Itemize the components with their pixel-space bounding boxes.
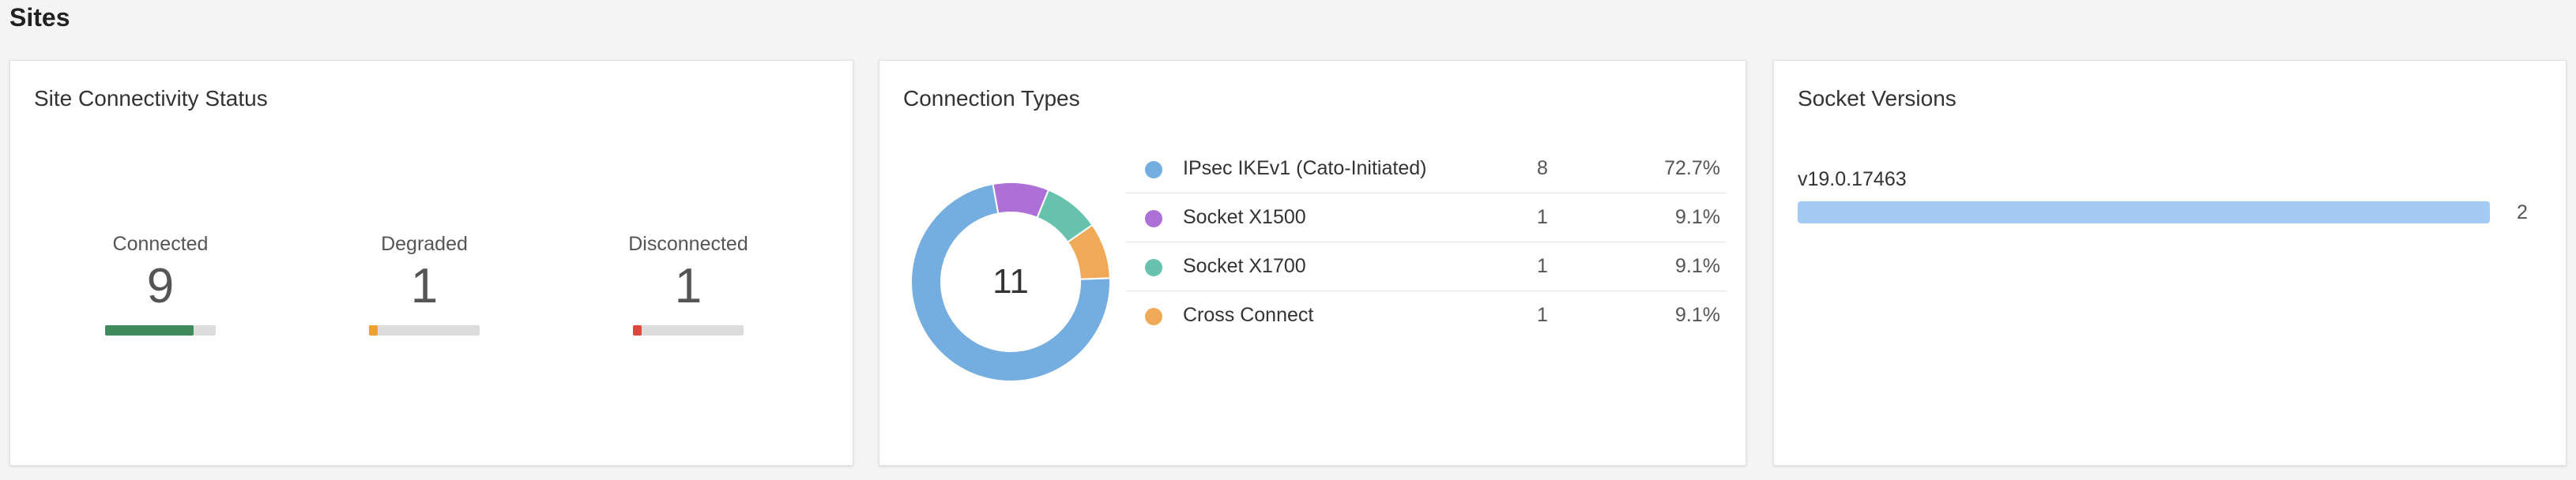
legend-row-ipsec[interactable]: IPsec IKEv1 (Cato-Initiated) 8 72.7% [1126,144,1727,193]
status-disconnected-value: 1 [674,259,702,313]
status-degraded[interactable]: Degraded 1 [345,233,503,336]
legend-pct-socket-x1500: 9.1% [1675,206,1720,228]
legend-row-socket-x1700[interactable]: Socket X1700 1 9.1% [1126,242,1727,291]
legend-count-cross-connect: 1 [1537,304,1548,326]
status-connected-bar-fill [105,325,194,336]
socket-version-bar[interactable] [1798,201,2490,223]
socket-version-count: 2 [2517,201,2528,223]
legend-dot-socket-x1700 [1145,259,1162,276]
legend-pct-cross-connect: 9.1% [1675,304,1720,326]
donut-total: 11 [992,262,1029,301]
connection-types-legend: IPsec IKEv1 (Cato-Initiated) 8 72.7% Soc… [1126,144,1727,339]
status-disconnected-label: Disconnected [628,233,748,255]
legend-dot-cross-connect [1145,308,1162,325]
status-degraded-bar [369,325,480,336]
status-disconnected-bar [633,325,744,336]
status-degraded-label: Degraded [381,233,468,255]
legend-pct-socket-x1700: 9.1% [1675,255,1720,277]
legend-pct-ipsec: 72.7% [1664,157,1720,179]
status-disconnected[interactable]: Disconnected 1 [609,233,767,336]
page-title: Sites [9,3,70,32]
site-connectivity-status-title: Site Connectivity Status [34,86,268,111]
legend-row-socket-x1500[interactable]: Socket X1500 1 9.1% [1126,193,1727,242]
status-connected-value: 9 [146,259,175,313]
legend-name-ipsec: IPsec IKEv1 (Cato-Initiated) [1183,157,1427,179]
legend-name-socket-x1700: Socket X1700 [1183,255,1306,277]
status-disconnected-bar-fill [633,325,642,336]
status-degraded-value: 1 [410,259,439,313]
status-degraded-bar-fill [369,325,378,336]
socket-version-label: v19.0.17463 [1798,168,1907,190]
site-connectivity-status-card: Site Connectivity Status Connected 9 Deg… [9,60,853,466]
legend-count-ipsec: 8 [1537,157,1548,179]
legend-dot-socket-x1500 [1145,210,1162,227]
legend-row-cross-connect[interactable]: Cross Connect 1 9.1% [1126,291,1727,339]
legend-dot-ipsec [1145,161,1162,178]
status-connected[interactable]: Connected 9 [81,233,239,336]
legend-count-socket-x1700: 1 [1537,255,1548,277]
legend-name-socket-x1500: Socket X1500 [1183,206,1306,228]
connection-types-title: Connection Types [903,86,1080,111]
status-connected-bar [105,325,216,336]
connection-types-card: Connection Types 11 IPsec IKEv1 (Cato-In… [879,60,1746,466]
legend-name-cross-connect: Cross Connect [1183,304,1314,326]
status-connected-label: Connected [112,233,209,255]
socket-versions-title: Socket Versions [1798,86,1956,111]
socket-versions-card: Socket Versions v19.0.17463 2 [1773,60,2567,466]
legend-count-socket-x1500: 1 [1537,206,1548,228]
